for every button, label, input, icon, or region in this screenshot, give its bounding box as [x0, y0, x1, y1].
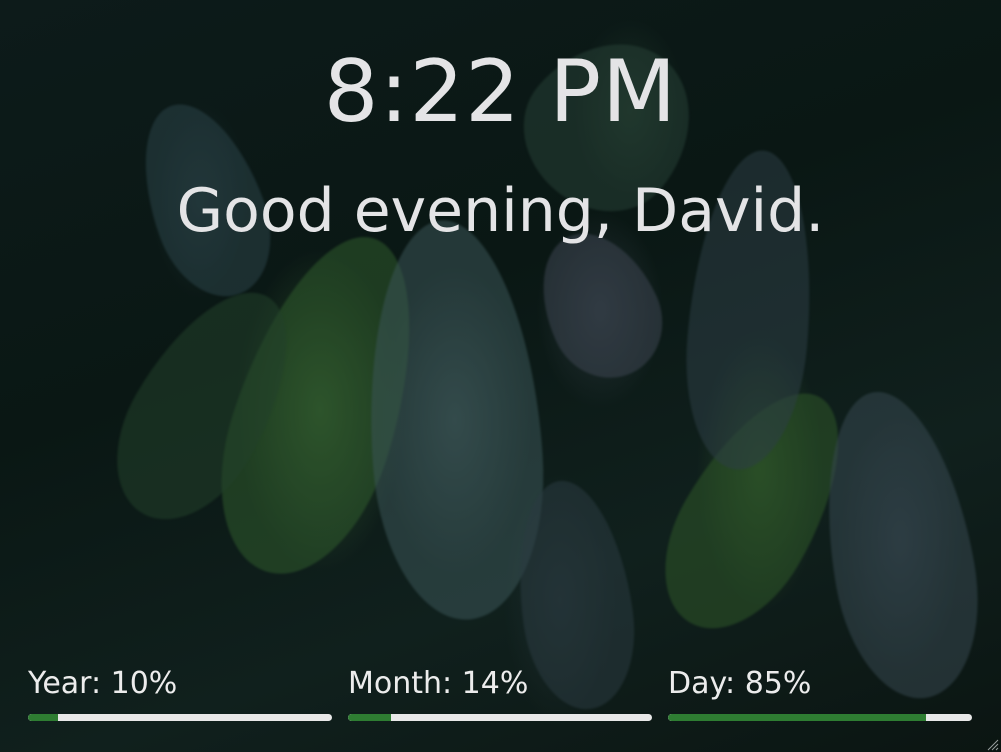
progress-year-fill	[28, 714, 59, 721]
progress-year-label: Year: 10%	[28, 666, 178, 701]
new-tab-screen: 8:22 PM Good evening, David. Year: 10% M…	[0, 0, 1001, 752]
clock-time: 8:22 PM	[323, 42, 678, 142]
resize-grip-icon[interactable]	[985, 736, 999, 751]
progress-month-track	[348, 714, 652, 721]
progress-year-track	[28, 714, 332, 721]
progress-day-fill	[668, 714, 927, 721]
progress-day-track	[668, 714, 972, 721]
progress-day-label: Day: 85%	[668, 666, 812, 701]
progress-month: Month: 14%	[348, 664, 652, 721]
progress-year: Year: 10%	[28, 664, 332, 721]
progress-month-label: Month: 14%	[348, 666, 529, 701]
progress-month-fill	[348, 714, 391, 721]
greeting-text: Good evening, David.	[176, 176, 825, 246]
progress-day: Day: 85%	[668, 664, 972, 721]
